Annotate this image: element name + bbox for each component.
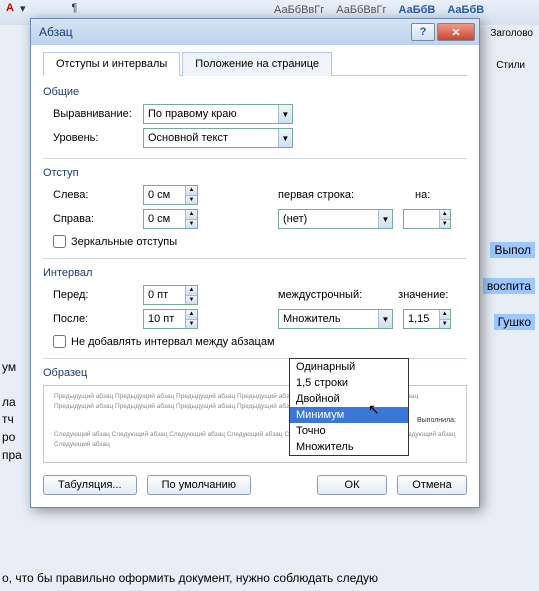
dialog-tabs: Отступы и интервалы Положение на страниц… — [43, 51, 467, 76]
bg-frag: тч — [2, 412, 14, 426]
dropdown-arrow-icon[interactable]: ▼ — [378, 310, 392, 328]
dropdown-option[interactable]: Двойной — [290, 391, 408, 407]
spin-up-icon[interactable]: ▲ — [186, 286, 197, 296]
no-space-label: Не добавлять интервал между абзацам — [71, 336, 275, 348]
line-spacing-combo[interactable]: ▼ — [278, 309, 393, 329]
value-label: значение: — [398, 289, 448, 301]
mirror-indents-checkbox[interactable]: Зеркальные отступы — [53, 235, 467, 248]
section-spacing: Интервал — [43, 267, 467, 279]
spin-down-icon[interactable]: ▼ — [186, 220, 197, 229]
dropdown-arrow-icon[interactable]: ▼ — [278, 129, 292, 147]
line-spacing-dropdown[interactable]: Одинарный1,5 строкиДвойнойМинимумТочноМн… — [289, 358, 409, 456]
dropdown-option[interactable]: Минимум — [290, 407, 408, 423]
section-indent: Отступ — [43, 167, 467, 179]
dropdown-option[interactable]: 1,5 строки — [290, 375, 408, 391]
first-line-input[interactable] — [279, 210, 378, 228]
value-input[interactable] — [404, 310, 439, 328]
right-label: Справа: — [43, 213, 143, 225]
spin-down-icon[interactable]: ▼ — [186, 196, 197, 205]
line-spacing-input[interactable] — [279, 310, 378, 328]
dialog-titlebar[interactable]: Абзац ? ✕ — [31, 19, 479, 45]
dropdown-arrow-icon[interactable]: ▼ — [378, 210, 392, 228]
spin-up-icon[interactable]: ▲ — [440, 210, 450, 220]
no-space-checkbox[interactable]: Не добавлять интервал между абзацам — [53, 335, 467, 348]
bg-frag: пра — [2, 448, 22, 462]
level-combo[interactable]: ▼ — [143, 128, 293, 148]
spin-up-icon[interactable]: ▲ — [186, 186, 197, 196]
first-line-label: первая строка: — [278, 189, 354, 201]
alignment-label: Выравнивание: — [43, 108, 143, 120]
tab-position[interactable]: Положение на странице — [182, 52, 332, 76]
before-spinner[interactable]: ▲▼ — [143, 285, 198, 305]
dropdown-option[interactable]: Точно — [290, 423, 408, 439]
ok-button[interactable]: ОК — [317, 475, 387, 495]
before-label: Перед: — [43, 289, 143, 301]
by-spinner[interactable]: ▲▼ — [403, 209, 451, 229]
bg-highlight: Выпол — [490, 242, 535, 258]
line-spacing-label: междустрочный: — [278, 289, 362, 301]
mirror-checkbox-input[interactable] — [53, 235, 66, 248]
alignment-combo[interactable]: ▼ — [143, 104, 293, 124]
by-label: на: — [415, 189, 430, 201]
tab-indents[interactable]: Отступы и интервалы — [43, 52, 180, 76]
spin-up-icon[interactable]: ▲ — [186, 210, 197, 220]
tabs-button[interactable]: Табуляция... — [43, 475, 137, 495]
default-button[interactable]: По умолчанию — [147, 475, 251, 495]
level-label: Уровень: — [43, 132, 143, 144]
close-button[interactable]: ✕ — [437, 23, 475, 41]
bg-frag: ла — [2, 395, 16, 409]
bg-highlight: Гушко — [494, 314, 535, 330]
cancel-button[interactable]: Отмена — [397, 475, 467, 495]
spin-down-icon[interactable]: ▼ — [440, 320, 450, 329]
level-input[interactable] — [144, 129, 278, 147]
alignment-input[interactable] — [144, 105, 278, 123]
bg-highlight: воспита — [483, 278, 535, 294]
section-general: Общие — [43, 86, 467, 98]
right-spinner[interactable]: ▲▼ — [143, 209, 198, 229]
after-spinner[interactable]: ▲▼ — [143, 309, 198, 329]
spin-up-icon[interactable]: ▲ — [186, 310, 197, 320]
bg-bottom-text: о, что бы правильно оформить документ, н… — [2, 571, 537, 585]
bg-frag: ро — [2, 430, 15, 444]
spin-down-icon[interactable]: ▼ — [440, 220, 450, 229]
mirror-label: Зеркальные отступы — [71, 236, 177, 248]
spin-down-icon[interactable]: ▼ — [186, 320, 197, 329]
dropdown-arrow-icon[interactable]: ▼ — [278, 105, 292, 123]
spin-down-icon[interactable]: ▼ — [186, 296, 197, 305]
bg-label-styles: Стили — [496, 60, 525, 71]
bg-label-heading: Заголово — [490, 28, 533, 39]
no-space-checkbox-input[interactable] — [53, 335, 66, 348]
left-label: Слева: — [43, 189, 143, 201]
bg-frag: ум — [2, 360, 16, 374]
paragraph-dialog: Абзац ? ✕ Отступы и интервалы Положение … — [30, 18, 480, 508]
left-spinner[interactable]: ▲▼ — [143, 185, 198, 205]
by-input[interactable] — [404, 210, 439, 228]
after-label: После: — [43, 313, 143, 325]
first-line-combo[interactable]: ▼ — [278, 209, 393, 229]
left-input[interactable] — [144, 186, 185, 204]
dropdown-option[interactable]: Одинарный — [290, 359, 408, 375]
dropdown-option[interactable]: Множитель — [290, 439, 408, 455]
dialog-title: Абзац — [39, 25, 409, 39]
after-input[interactable] — [144, 310, 185, 328]
help-button[interactable]: ? — [411, 23, 435, 41]
right-input[interactable] — [144, 210, 185, 228]
spin-up-icon[interactable]: ▲ — [440, 310, 450, 320]
value-spinner[interactable]: ▲▼ — [403, 309, 451, 329]
style-gallery-bg: АаБбВвГг АаБбВвГг АаБбВ АаБбВ — [270, 2, 488, 18]
before-input[interactable] — [144, 286, 185, 304]
